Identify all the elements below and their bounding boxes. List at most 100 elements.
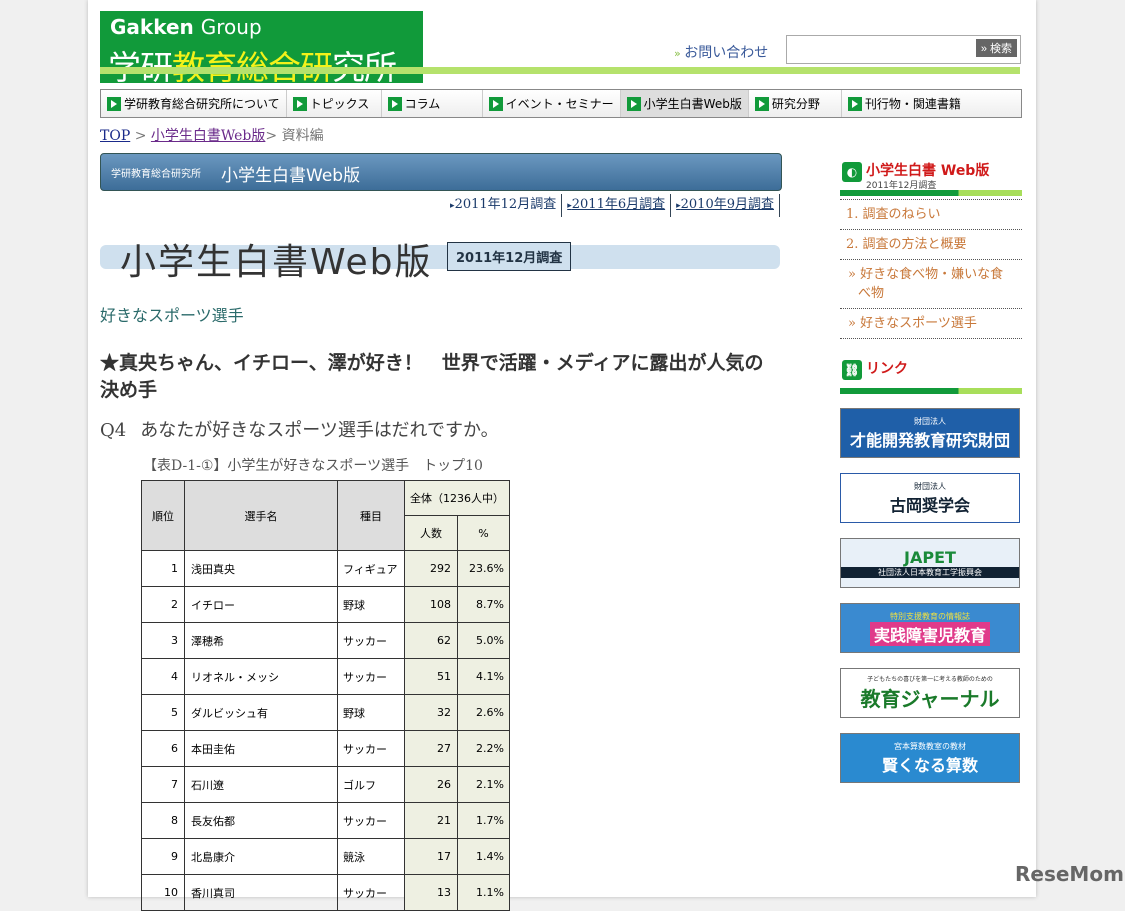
ranking-table: 順位 選手名 種目 全体（1236人中） 人数% 1 浅田真央 フィギュア 292 23.6%… <box>141 480 510 911</box>
nav-label: トピックス <box>309 97 370 111</box>
contact-label: お問い合わせ <box>684 45 769 61</box>
banner-small: 学研教育総合研究所 <box>111 169 201 180</box>
search-input[interactable] <box>787 36 961 63</box>
cell-count: 292 <box>404 550 458 587</box>
cell-pct: 8.7% <box>457 586 510 623</box>
cell-sport: サッカー <box>337 730 405 767</box>
banner-big: JAPET <box>904 548 956 567</box>
cell-pct: 2.1% <box>457 766 510 803</box>
question-text: あなたが好きなスポーツ選手はだれですか。 <box>140 420 499 441</box>
cell-pct: 2.2% <box>457 730 510 767</box>
sidebar-link[interactable]: 1. 調査のねらい <box>840 200 1022 230</box>
logo-group2: Group <box>200 15 262 39</box>
cell-pct: 5.0% <box>457 622 510 659</box>
cell-rank: 1 <box>141 550 185 587</box>
cell-pct: 1.7% <box>457 802 510 839</box>
banner-journal[interactable]: 子どもたちの喜びを第一に考える教師のための 教育ジャーナル <box>840 668 1020 718</box>
header-rank: 順位 <box>141 480 185 551</box>
contact-link[interactable]: » お問い合わせ <box>674 42 768 62</box>
cell-count: 26 <box>404 766 458 803</box>
nav-item-topics[interactable]: トピックス <box>287 90 382 117</box>
banner-furuoka[interactable]: 財団法人 古岡奨学会 <box>840 473 1020 523</box>
global-nav: 学研教育総合研究所について トピックス コラム イベント・セミナー 小学生白書W… <box>100 89 1022 118</box>
cell-rank: 4 <box>141 658 185 695</box>
cell-count: 51 <box>404 658 458 695</box>
breadcrumb-top[interactable]: TOP <box>100 128 130 144</box>
cell-rank: 10 <box>141 874 185 911</box>
nav-item-column[interactable]: コラム <box>382 90 483 117</box>
survey-link[interactable]: 2011年6月調査 <box>562 194 672 217</box>
search-button-label: 検索 <box>990 43 1012 55</box>
arrow-icon <box>292 96 307 111</box>
banner-title: 小学生白書Web版 <box>221 166 361 186</box>
cell-count: 17 <box>404 838 458 875</box>
banner-japet[interactable]: JAPET 社団法人日本教育工学振興会 <box>840 538 1020 588</box>
arrow-icon <box>626 96 641 111</box>
cell-sport: サッカー <box>337 874 405 911</box>
banner-small: 財団法人 <box>914 416 946 426</box>
section-banner: 学研教育総合研究所 小学生白書Web版 <box>100 153 782 191</box>
breadcrumb-section[interactable]: 小学生白書Web版 <box>151 128 266 144</box>
sidebar-subtitle: 2011年12月調査 <box>866 181 937 191</box>
cell-count: 21 <box>404 802 458 839</box>
cell-pct: 4.1% <box>457 658 510 695</box>
search-button[interactable]: » 検索 <box>975 39 1017 57</box>
arrow-icon <box>488 96 503 111</box>
banner-jissen[interactable]: 特別支援教育の情報誌 実践障害児教育 <box>840 603 1020 653</box>
table-row: 5 ダルビッシュ有 野球 32 2.6% <box>141 694 510 731</box>
header-pct: % <box>457 515 510 551</box>
resemom-watermark: ReseMom <box>1015 862 1124 886</box>
breadcrumb-sep: > <box>134 128 147 144</box>
banner-sainou[interactable]: 財団法人 才能開発教育研究財団 <box>840 408 1020 458</box>
nav-label: コラム <box>404 97 441 111</box>
sidebar-link[interactable]: » 好きな食べ物・嫌いな食べ物 <box>840 260 1022 309</box>
nav-item-whitepaper[interactable]: 小学生白書Web版 <box>620 90 749 117</box>
banner-small: 社団法人日本教育工学振興会 <box>841 567 1019 578</box>
sidebar-title: ◐ 小学生白書 Web版 2011年12月調査 <box>840 160 1022 191</box>
sidebar-link[interactable]: 2. 調査の方法と概要 <box>840 230 1022 260</box>
banner-big: 古岡奨学会 <box>889 495 970 515</box>
cell-sport: 野球 <box>337 586 405 623</box>
survey-link[interactable]: 2011年12月調査 <box>445 194 563 217</box>
cell-count: 32 <box>404 694 458 731</box>
nav-label: 研究分野 <box>771 97 820 111</box>
nav-label: 刊行物・関連書籍 <box>864 97 961 111</box>
cell-pct: 1.4% <box>457 838 510 875</box>
cell-count: 108 <box>404 586 458 623</box>
sidebar-title-text: 小学生白書 Web版 <box>866 163 990 179</box>
cell-sport: 野球 <box>337 694 405 731</box>
cell-count: 62 <box>404 622 458 659</box>
banner-sansu[interactable]: 宮本算数教室の教材 賢くなる算数 <box>840 733 1020 783</box>
cell-name: 長友佑都 <box>184 802 338 839</box>
table-row: 6 本田圭佑 サッカー 27 2.2% <box>141 730 510 767</box>
cell-sport: サッカー <box>337 802 405 839</box>
nav-label: 学研教育総合研究所について <box>124 97 280 111</box>
cell-rank: 9 <box>141 838 185 875</box>
table-caption: 【表D-1-①】小学生が好きなスポーツ選手 トップ10 <box>143 458 483 474</box>
cell-rank: 7 <box>141 766 185 803</box>
book-icon: ◐ <box>842 162 862 182</box>
chevron-icon: » <box>674 47 685 60</box>
header-total: 全体（1236人中） <box>404 480 510 516</box>
banner-small: 財団法人 <box>914 481 946 491</box>
banner-small: 特別支援教育の情報誌 <box>890 611 970 621</box>
table-row: 7 石川遼 ゴルフ 26 2.1% <box>141 766 510 803</box>
cell-pct: 23.6% <box>457 550 510 587</box>
nav-item-research[interactable]: 研究分野 <box>749 90 842 117</box>
cell-rank: 2 <box>141 586 185 623</box>
table-row: 10 香川真司 サッカー 13 1.1% <box>141 874 510 911</box>
nav-label: 小学生白書Web版 <box>643 97 742 111</box>
nav-item-about[interactable]: 学研教育総合研究所について <box>101 90 287 117</box>
cell-count: 27 <box>404 730 458 767</box>
table-row: 2 イチロー 野球 108 8.7% <box>141 586 510 623</box>
sidebar-whitepaper: ◐ 小学生白書 Web版 2011年12月調査 1. 調査のねらい 2. 調査の方法… <box>840 160 1022 339</box>
nav-item-publications[interactable]: 刊行物・関連書籍 <box>842 90 967 117</box>
survey-link[interactable]: 2010年9月調査 <box>671 194 780 217</box>
nav-item-events[interactable]: イベント・セミナー <box>483 90 621 117</box>
cell-rank: 5 <box>141 694 185 731</box>
section-title: 好きなスポーツ選手 <box>100 306 244 325</box>
sidebar-link[interactable]: » 好きなスポーツ選手 <box>840 309 1022 339</box>
banner-big: 教育ジャーナル <box>860 687 1000 711</box>
table-row: 4 リオネル・メッシ サッカー 51 4.1% <box>141 658 510 695</box>
cell-sport: サッカー <box>337 622 405 659</box>
